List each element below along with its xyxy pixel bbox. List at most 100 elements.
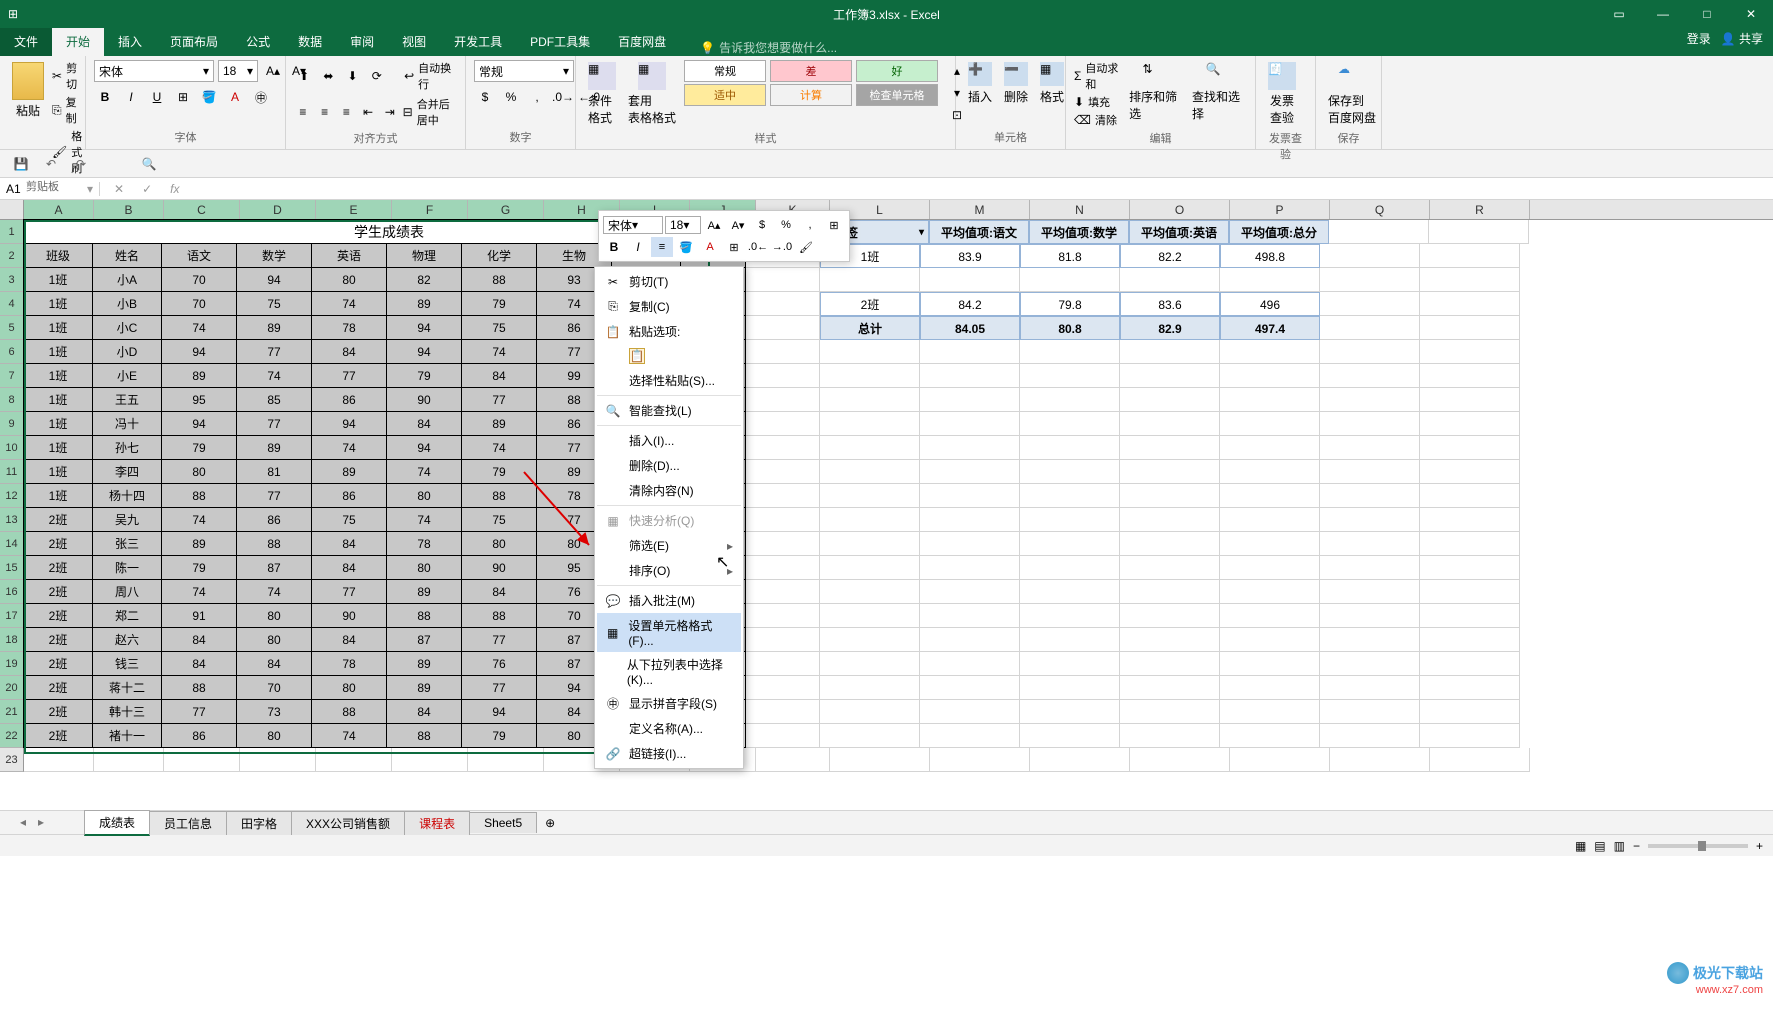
mini-dec-decimal-icon[interactable]: .0←	[747, 237, 769, 257]
cell[interactable]: 82.2	[1120, 244, 1220, 268]
align-center-icon[interactable]: ≡	[316, 101, 334, 123]
cell[interactable]: 77	[461, 387, 537, 412]
cell[interactable]	[820, 436, 920, 460]
cell[interactable]	[920, 676, 1020, 700]
mini-align-icon[interactable]: ≡	[651, 237, 673, 257]
ctx-define-name[interactable]: 定义名称(A)...	[597, 716, 741, 741]
cell[interactable]	[1320, 676, 1420, 700]
cell[interactable]	[1120, 268, 1220, 292]
mini-inc-font-icon[interactable]: A▴	[703, 215, 725, 235]
cell[interactable]	[1120, 484, 1220, 508]
cell[interactable]: 2班	[23, 627, 93, 652]
fx-icon[interactable]: fx	[166, 182, 183, 196]
cell[interactable]: 赵六	[92, 627, 162, 652]
cell[interactable]	[1220, 628, 1320, 652]
cell[interactable]: 89	[236, 435, 312, 460]
style-bad[interactable]: 差	[770, 60, 852, 82]
tab-view[interactable]: 视图	[388, 27, 440, 56]
cell[interactable]	[746, 388, 820, 412]
cell[interactable]: 89	[236, 315, 312, 340]
cell[interactable]: 李四	[92, 459, 162, 484]
italic-button[interactable]: I	[120, 86, 142, 108]
cell[interactable]	[920, 268, 1020, 292]
cell[interactable]	[1230, 748, 1330, 772]
close-icon[interactable]: ✕	[1729, 0, 1773, 28]
ribbon-display-icon[interactable]: ▭	[1597, 0, 1641, 28]
row-header[interactable]: 8	[0, 388, 24, 412]
cell[interactable]	[1220, 652, 1320, 676]
cell[interactable]: 95	[161, 387, 237, 412]
cell[interactable]	[1320, 340, 1420, 364]
cell[interactable]: 88	[461, 267, 537, 292]
cell[interactable]: 2班	[23, 579, 93, 604]
cell[interactable]: 88	[386, 603, 462, 628]
ctx-insert-comment[interactable]: 💬插入批注(M)	[597, 588, 741, 613]
col-header[interactable]: O	[1130, 200, 1230, 219]
cell[interactable]: 总计	[820, 316, 920, 340]
row-header[interactable]: 1	[0, 220, 24, 244]
cell[interactable]	[746, 652, 820, 676]
cell[interactable]: 75	[461, 315, 537, 340]
cell[interactable]: 74	[386, 459, 462, 484]
mini-border2-icon[interactable]: ⊞	[723, 237, 745, 257]
cell[interactable]	[1020, 460, 1120, 484]
sheet-tab-6[interactable]: Sheet5	[469, 812, 537, 833]
cell[interactable]: 94	[161, 411, 237, 436]
conditional-format-button[interactable]: ▦条件格式	[584, 60, 620, 128]
cell[interactable]	[240, 748, 316, 772]
cell[interactable]: 2班	[23, 507, 93, 532]
sheet-nav-first-icon[interactable]: ◂	[20, 815, 36, 831]
col-header[interactable]: Q	[1330, 200, 1430, 219]
cell[interactable]	[920, 604, 1020, 628]
row-header[interactable]: 6	[0, 340, 24, 364]
invoice-button[interactable]: 🧾发票 查验	[1264, 60, 1300, 128]
mini-italic-icon[interactable]: I	[627, 237, 649, 257]
row-header[interactable]: 19	[0, 652, 24, 676]
cell[interactable]: 1班	[23, 315, 93, 340]
cell[interactable]	[1020, 508, 1120, 532]
cell[interactable]: 74	[236, 579, 312, 604]
cell[interactable]: 89	[386, 291, 462, 316]
paste-button[interactable]: 粘贴	[8, 60, 48, 121]
row-header[interactable]: 12	[0, 484, 24, 508]
align-right-icon[interactable]: ≡	[337, 101, 355, 123]
row-header[interactable]: 23	[0, 748, 24, 772]
cell[interactable]: 94	[386, 339, 462, 364]
cell[interactable]: 77	[461, 675, 537, 700]
tab-file[interactable]: 文件	[0, 27, 52, 56]
cell[interactable]	[1220, 724, 1320, 748]
cell[interactable]	[1320, 316, 1420, 340]
cell[interactable]	[1120, 604, 1220, 628]
cell[interactable]	[1120, 652, 1220, 676]
confirm-formula-icon[interactable]: ✓	[138, 182, 156, 196]
cell[interactable]: 94	[161, 339, 237, 364]
cell[interactable]: 74	[161, 315, 237, 340]
cell[interactable]: 81	[236, 459, 312, 484]
cell[interactable]: 73	[236, 699, 312, 724]
cell[interactable]	[746, 700, 820, 724]
cell[interactable]: 冯十	[92, 411, 162, 436]
login-link[interactable]: 登录	[1687, 30, 1711, 47]
cell[interactable]	[164, 748, 240, 772]
copy-button[interactable]: ⎘复制	[52, 94, 82, 126]
row-header[interactable]: 16	[0, 580, 24, 604]
cell[interactable]: 语文	[161, 243, 237, 268]
cell[interactable]	[930, 748, 1030, 772]
cell[interactable]	[1120, 508, 1220, 532]
cell[interactable]	[1420, 268, 1520, 292]
mini-fill-icon[interactable]: 🪣	[675, 237, 697, 257]
cell[interactable]: 84	[311, 531, 387, 556]
cell[interactable]: 88	[461, 483, 537, 508]
cell[interactable]: 88	[461, 603, 537, 628]
cell[interactable]	[1320, 484, 1420, 508]
cell[interactable]: 74	[461, 339, 537, 364]
cell[interactable]	[24, 748, 94, 772]
cancel-formula-icon[interactable]: ✕	[110, 182, 128, 196]
cell[interactable]: 陈一	[92, 555, 162, 580]
cell[interactable]: 84	[161, 627, 237, 652]
cell[interactable]	[746, 292, 820, 316]
cell[interactable]: 80	[386, 483, 462, 508]
cell[interactable]	[820, 412, 920, 436]
cell[interactable]	[1429, 220, 1529, 244]
row-header[interactable]: 10	[0, 436, 24, 460]
